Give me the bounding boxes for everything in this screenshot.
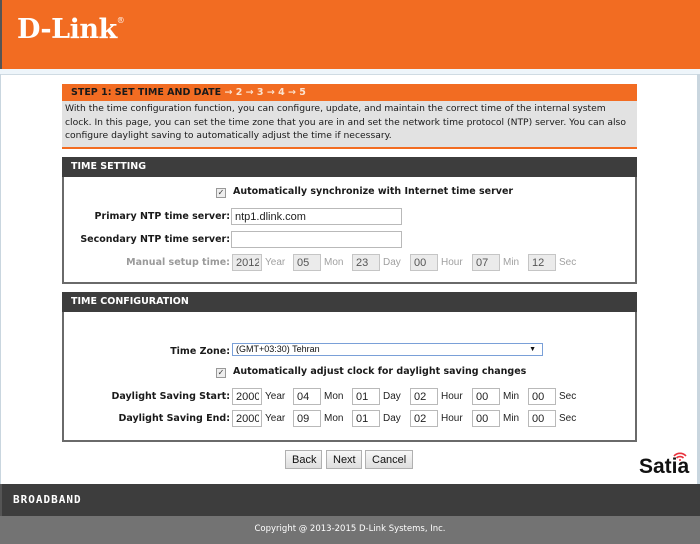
dst-end-label: Daylight Saving End:: [118, 413, 230, 424]
time-setting-title: TIME SETTING: [62, 157, 637, 177]
year-input[interactable]: [232, 388, 262, 405]
sec-unit-label: Sec: [559, 257, 577, 268]
sec-input[interactable]: [528, 410, 556, 427]
hour-input[interactable]: [410, 388, 438, 405]
secondary-ntp-label: Secondary NTP time server:: [80, 234, 230, 245]
dst-start-label: Daylight Saving Start:: [111, 391, 230, 402]
min-input: [472, 254, 500, 271]
footer-copyright-bar: Copyright @ 2013-2015 D-Link Systems, In…: [0, 516, 700, 544]
step-title: STEP 1: SET TIME AND DATE: [71, 87, 222, 98]
min-unit-label: Min: [503, 413, 520, 424]
hour-unit-label: Hour: [441, 391, 463, 402]
sec-input: [528, 254, 556, 271]
auto-dst-label: Automatically adjust clock for daylight …: [233, 366, 527, 377]
hour-unit-label: Hour: [441, 413, 463, 424]
min-input[interactable]: [472, 410, 500, 427]
mon-unit-label: Mon: [324, 391, 344, 402]
back-button[interactable]: Back: [285, 450, 322, 469]
sec-input[interactable]: [528, 388, 556, 405]
time-config-title: TIME CONFIGURATION: [62, 292, 637, 312]
manual-time-label: Manual setup time:: [126, 257, 230, 268]
copyright-text: Copyright @ 2013-2015 D-Link Systems, In…: [254, 524, 446, 534]
satia-watermark: Satia: [639, 455, 690, 478]
mon-input[interactable]: [293, 410, 321, 427]
auto-sync-label: Automatically synchronize with Internet …: [233, 186, 514, 197]
year-unit-label: Year: [265, 413, 286, 424]
year-unit-label: Year: [265, 391, 286, 402]
auto-sync-checkbox[interactable]: ✓: [216, 188, 226, 198]
logo-text: D-Link: [17, 14, 117, 45]
sec-unit-label: Sec: [559, 413, 577, 424]
hour-input[interactable]: [410, 410, 438, 427]
next-button[interactable]: Next: [326, 450, 362, 469]
mon-input: [293, 254, 321, 271]
secondary-ntp-input[interactable]: [231, 231, 402, 248]
header-divider: [0, 69, 700, 75]
year-unit-label: Year: [265, 257, 286, 268]
mon-unit-label: Mon: [324, 257, 344, 268]
day-input[interactable]: [352, 388, 380, 405]
step-trail: → 2 → 3 → 4 → 5: [221, 87, 306, 98]
dlink-logo: D-Link®: [17, 14, 125, 45]
sec-unit-label: Sec: [559, 391, 577, 402]
day-unit-label: Day: [383, 257, 401, 268]
cancel-button[interactable]: Cancel: [365, 450, 413, 469]
day-unit-label: Day: [383, 391, 401, 402]
header-bar: D-Link®: [0, 0, 700, 69]
day-unit-label: Day: [383, 413, 401, 424]
footer-brand-bar: BROADBAND: [0, 484, 700, 516]
timezone-label: Time Zone:: [170, 346, 230, 357]
wizard-step-bar: STEP 1: SET TIME AND DATE → 2 → 3 → 4 → …: [62, 84, 637, 101]
mon-input[interactable]: [293, 388, 321, 405]
timezone-select[interactable]: (GMT+03:30) Tehran ▼: [232, 343, 543, 356]
auto-dst-checkbox[interactable]: ✓: [216, 368, 226, 378]
page-border-left: [0, 74, 1, 484]
day-input: [352, 254, 380, 271]
hour-unit-label: Hour: [441, 257, 463, 268]
registered-mark: ®: [116, 16, 125, 25]
dropdown-arrow-icon: ▼: [529, 346, 536, 353]
primary-ntp-label: Primary NTP time server:: [94, 211, 230, 222]
day-input[interactable]: [352, 410, 380, 427]
min-unit-label: Min: [503, 391, 520, 402]
year-input[interactable]: [232, 410, 262, 427]
broadband-label: BROADBAND: [13, 493, 82, 506]
min-input[interactable]: [472, 388, 500, 405]
timezone-value: (GMT+03:30) Tehran: [236, 344, 320, 354]
primary-ntp-input[interactable]: [231, 208, 402, 225]
hour-input: [410, 254, 438, 271]
min-unit-label: Min: [503, 257, 520, 268]
mon-unit-label: Mon: [324, 413, 344, 424]
year-input: [232, 254, 262, 271]
intro-text: With the time configuration function, yo…: [62, 101, 637, 149]
